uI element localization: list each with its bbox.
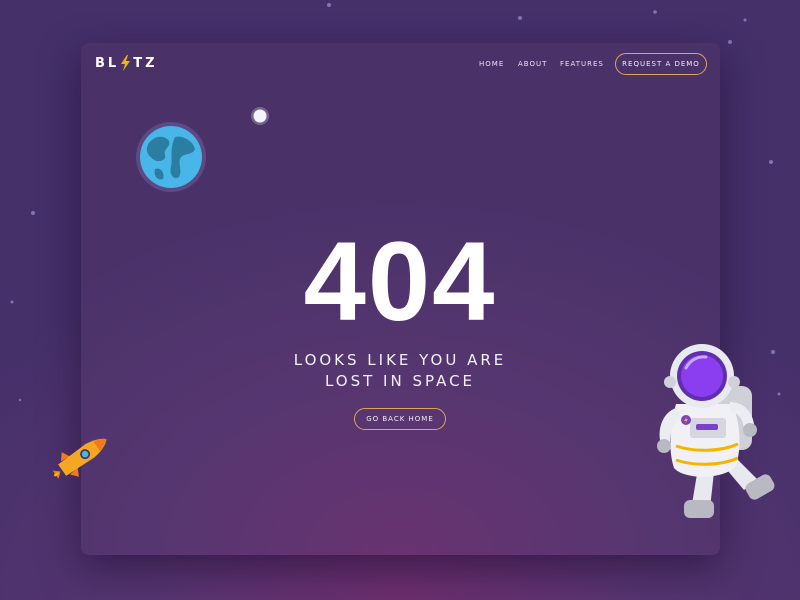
brand-logo[interactable]: BL TZ: [95, 55, 158, 71]
nav-home-link[interactable]: HOME: [479, 60, 504, 68]
rocket-icon: [52, 438, 107, 479]
moon-icon: [251, 107, 269, 125]
logo-text-right: TZ: [133, 55, 158, 71]
astronaut-icon: [657, 344, 775, 518]
error-code: 404: [303, 219, 497, 344]
error-message-line1: LOOKS LIKE YOU ARE: [293, 351, 507, 369]
go-back-home-button[interactable]: GO BACK HOME: [354, 408, 446, 430]
earth-icon: [136, 122, 206, 192]
nav-features-link[interactable]: FEATURES: [560, 60, 604, 68]
logo-text-left: BL: [95, 55, 120, 71]
nav-about-link[interactable]: ABOUT: [518, 60, 547, 68]
lightning-bolt-icon: [121, 55, 131, 71]
request-demo-button[interactable]: REQUEST A DEMO: [615, 53, 707, 75]
error-message-line2: LOST IN SPACE: [324, 372, 476, 390]
